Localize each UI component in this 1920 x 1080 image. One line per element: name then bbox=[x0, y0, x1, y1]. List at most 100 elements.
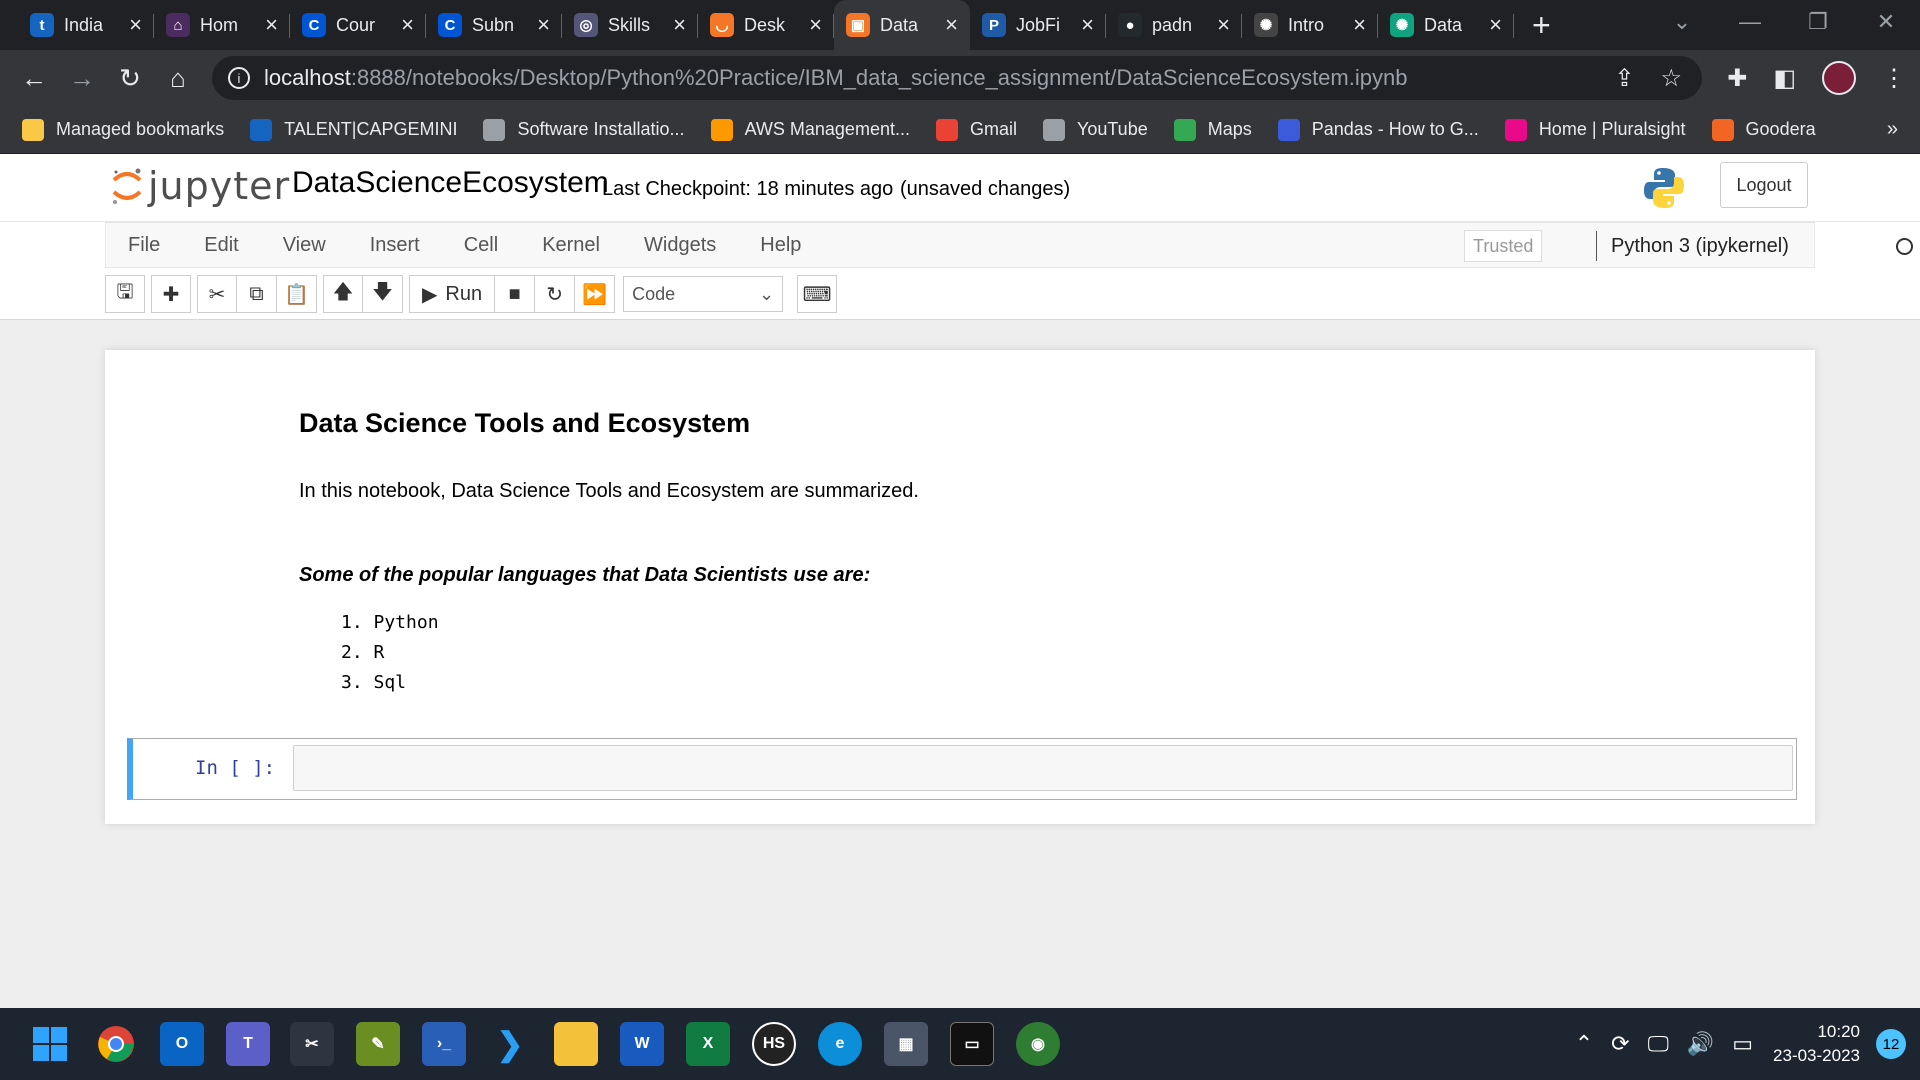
notification-badge[interactable]: 12 bbox=[1876, 1029, 1906, 1059]
copy-icon[interactable]: ⧉ bbox=[237, 275, 277, 313]
cell-type-select[interactable]: Code ⌄ bbox=[623, 276, 784, 312]
menu-view[interactable]: View bbox=[261, 234, 348, 257]
cut-icon[interactable]: ✂ bbox=[197, 275, 237, 313]
menu-edit[interactable]: Edit bbox=[182, 234, 260, 257]
jupyter-logo[interactable]: jupyter bbox=[110, 164, 290, 208]
bookmark-item[interactable]: YouTube bbox=[1042, 118, 1148, 141]
paste-icon[interactable]: 📋 bbox=[277, 275, 317, 313]
address-bar[interactable]: i localhost:8888/notebooks/Desktop/Pytho… bbox=[212, 56, 1702, 100]
back-icon[interactable]: ← bbox=[10, 63, 58, 94]
calculator-icon[interactable]: ▦ bbox=[884, 1022, 928, 1066]
bookmark-item[interactable]: Pandas - How to G... bbox=[1277, 118, 1479, 141]
powershell-icon[interactable]: ›_ bbox=[422, 1022, 466, 1066]
file-explorer-icon[interactable] bbox=[554, 1022, 598, 1066]
bookmark-item[interactable]: Home | Pluralsight bbox=[1504, 118, 1686, 141]
bookmark-item[interactable]: Gmail bbox=[935, 118, 1017, 141]
browser-tab[interactable]: ⌂ Hom × bbox=[154, 0, 290, 50]
chrome-menu-icon[interactable]: ⋮ bbox=[1882, 64, 1906, 93]
site-info-icon[interactable]: i bbox=[228, 67, 250, 89]
terminal-icon[interactable]: ▭ bbox=[950, 1022, 994, 1066]
forward-icon[interactable]: → bbox=[58, 63, 106, 94]
close-tab-icon[interactable]: × bbox=[1217, 12, 1230, 38]
chevron-up-icon[interactable]: ⌃ bbox=[1575, 1031, 1593, 1057]
bookmark-item[interactable]: Software Installatio... bbox=[483, 118, 685, 141]
close-tab-icon[interactable]: × bbox=[1489, 12, 1502, 38]
notebook-name[interactable]: DataScienceEcosystem bbox=[292, 166, 609, 200]
browser-tab[interactable]: ✺ Data × bbox=[1378, 0, 1514, 50]
reload-icon[interactable]: ↻ bbox=[106, 63, 154, 94]
network-icon[interactable]: 🖵 bbox=[1648, 1031, 1669, 1057]
move-down-icon[interactable]: 🡇 bbox=[363, 275, 403, 313]
vscode-icon[interactable]: ❯ bbox=[488, 1022, 532, 1066]
close-tab-icon[interactable]: × bbox=[129, 12, 142, 38]
kernel-name[interactable]: Python 3 (ipykernel) bbox=[1596, 231, 1789, 261]
battery-icon[interactable]: ▭ bbox=[1732, 1031, 1753, 1057]
browser-tab[interactable]: ◡ Desk × bbox=[698, 0, 834, 50]
minimize-icon[interactable]: — bbox=[1716, 9, 1784, 35]
volume-icon[interactable]: 🔊 bbox=[1687, 1031, 1714, 1057]
more-bookmarks-icon[interactable]: » bbox=[1887, 118, 1898, 141]
close-tab-icon[interactable]: × bbox=[809, 12, 822, 38]
close-tab-icon[interactable]: × bbox=[1081, 12, 1094, 38]
clock[interactable]: 10:20 23-03-2023 bbox=[1773, 1020, 1860, 1068]
insert-cell-icon[interactable]: ✚ bbox=[151, 275, 191, 313]
close-tab-icon[interactable]: × bbox=[1353, 12, 1366, 38]
keyboard-icon[interactable]: ⌨ bbox=[797, 275, 838, 313]
bookmark-item[interactable]: Maps bbox=[1173, 118, 1252, 141]
edge-icon[interactable]: e bbox=[818, 1022, 862, 1066]
hs-app-icon[interactable]: HS bbox=[752, 1022, 796, 1066]
bookmark-item[interactable]: TALENT|CAPGEMINI bbox=[250, 118, 457, 141]
browser-tab[interactable]: C Cour × bbox=[290, 0, 426, 50]
browser-tab[interactable]: ▣ Data × bbox=[834, 0, 970, 50]
excel-icon[interactable]: X bbox=[686, 1022, 730, 1066]
menu-cell[interactable]: Cell bbox=[442, 234, 520, 257]
save-icon[interactable]: 🖫 bbox=[105, 275, 145, 313]
code-editor[interactable] bbox=[293, 745, 1793, 791]
interrupt-icon[interactable]: ■ bbox=[495, 275, 536, 313]
close-tab-icon[interactable]: × bbox=[673, 12, 686, 38]
side-panel-icon[interactable]: ◧ bbox=[1773, 64, 1796, 93]
trusted-badge[interactable]: Trusted bbox=[1464, 230, 1543, 262]
browser-tab[interactable]: C Subn × bbox=[426, 0, 562, 50]
menu-insert[interactable]: Insert bbox=[348, 234, 442, 257]
close-tab-icon[interactable]: × bbox=[537, 12, 550, 38]
notepad-plus-icon[interactable]: ✎ bbox=[356, 1022, 400, 1066]
bookmark-item[interactable]: AWS Management... bbox=[710, 118, 910, 141]
restart-run-all-icon[interactable]: ⏩ bbox=[575, 275, 616, 313]
bookmark-star-icon[interactable]: ☆ bbox=[1660, 64, 1682, 93]
profile-avatar[interactable] bbox=[1822, 61, 1856, 95]
browser-tab[interactable]: ● padn × bbox=[1106, 0, 1242, 50]
close-tab-icon[interactable]: × bbox=[401, 12, 414, 38]
menu-kernel[interactable]: Kernel bbox=[520, 234, 622, 257]
bookmark-item[interactable]: Managed bookmarks bbox=[22, 118, 224, 141]
bookmark-item[interactable]: Goodera bbox=[1711, 118, 1816, 141]
home-icon[interactable]: ⌂ bbox=[154, 63, 202, 94]
sync-icon[interactable]: ⟳ bbox=[1611, 1031, 1629, 1057]
restart-icon[interactable]: ↻ bbox=[535, 275, 576, 313]
windows-start-icon[interactable] bbox=[28, 1022, 72, 1066]
browser-tab[interactable]: ◎ Skills × bbox=[562, 0, 698, 50]
browser-tab[interactable]: P JobFi × bbox=[970, 0, 1106, 50]
logout-button[interactable]: Logout bbox=[1720, 162, 1808, 208]
close-window-icon[interactable]: ✕ bbox=[1852, 9, 1920, 35]
chrome-icon[interactable] bbox=[94, 1022, 138, 1066]
share-icon[interactable]: ⇪ bbox=[1614, 64, 1634, 93]
snipping-tool-icon[interactable]: ✂ bbox=[290, 1022, 334, 1066]
menu-widgets[interactable]: Widgets bbox=[622, 234, 738, 257]
code-cell[interactable]: In [ ]: bbox=[127, 738, 1797, 800]
teams-icon[interactable]: T bbox=[226, 1022, 270, 1066]
outlook-icon[interactable]: O bbox=[160, 1022, 204, 1066]
run-button[interactable]: ▶ Run bbox=[409, 275, 496, 313]
app-globe-icon[interactable]: ◉ bbox=[1016, 1022, 1060, 1066]
close-tab-icon[interactable]: × bbox=[265, 12, 278, 38]
browser-tab[interactable]: t India × bbox=[18, 0, 154, 50]
menu-file[interactable]: File bbox=[106, 234, 182, 257]
extensions-icon[interactable]: ✚ bbox=[1727, 64, 1747, 93]
tab-search-icon[interactable]: ⌄ bbox=[1648, 9, 1716, 35]
move-up-icon[interactable]: 🡅 bbox=[323, 275, 363, 313]
restore-icon[interactable]: ❐ bbox=[1784, 9, 1852, 35]
word-icon[interactable]: W bbox=[620, 1022, 664, 1066]
browser-tab[interactable]: ✺ Intro × bbox=[1242, 0, 1378, 50]
menu-help[interactable]: Help bbox=[738, 234, 823, 257]
new-tab-button[interactable]: + bbox=[1532, 7, 1551, 44]
